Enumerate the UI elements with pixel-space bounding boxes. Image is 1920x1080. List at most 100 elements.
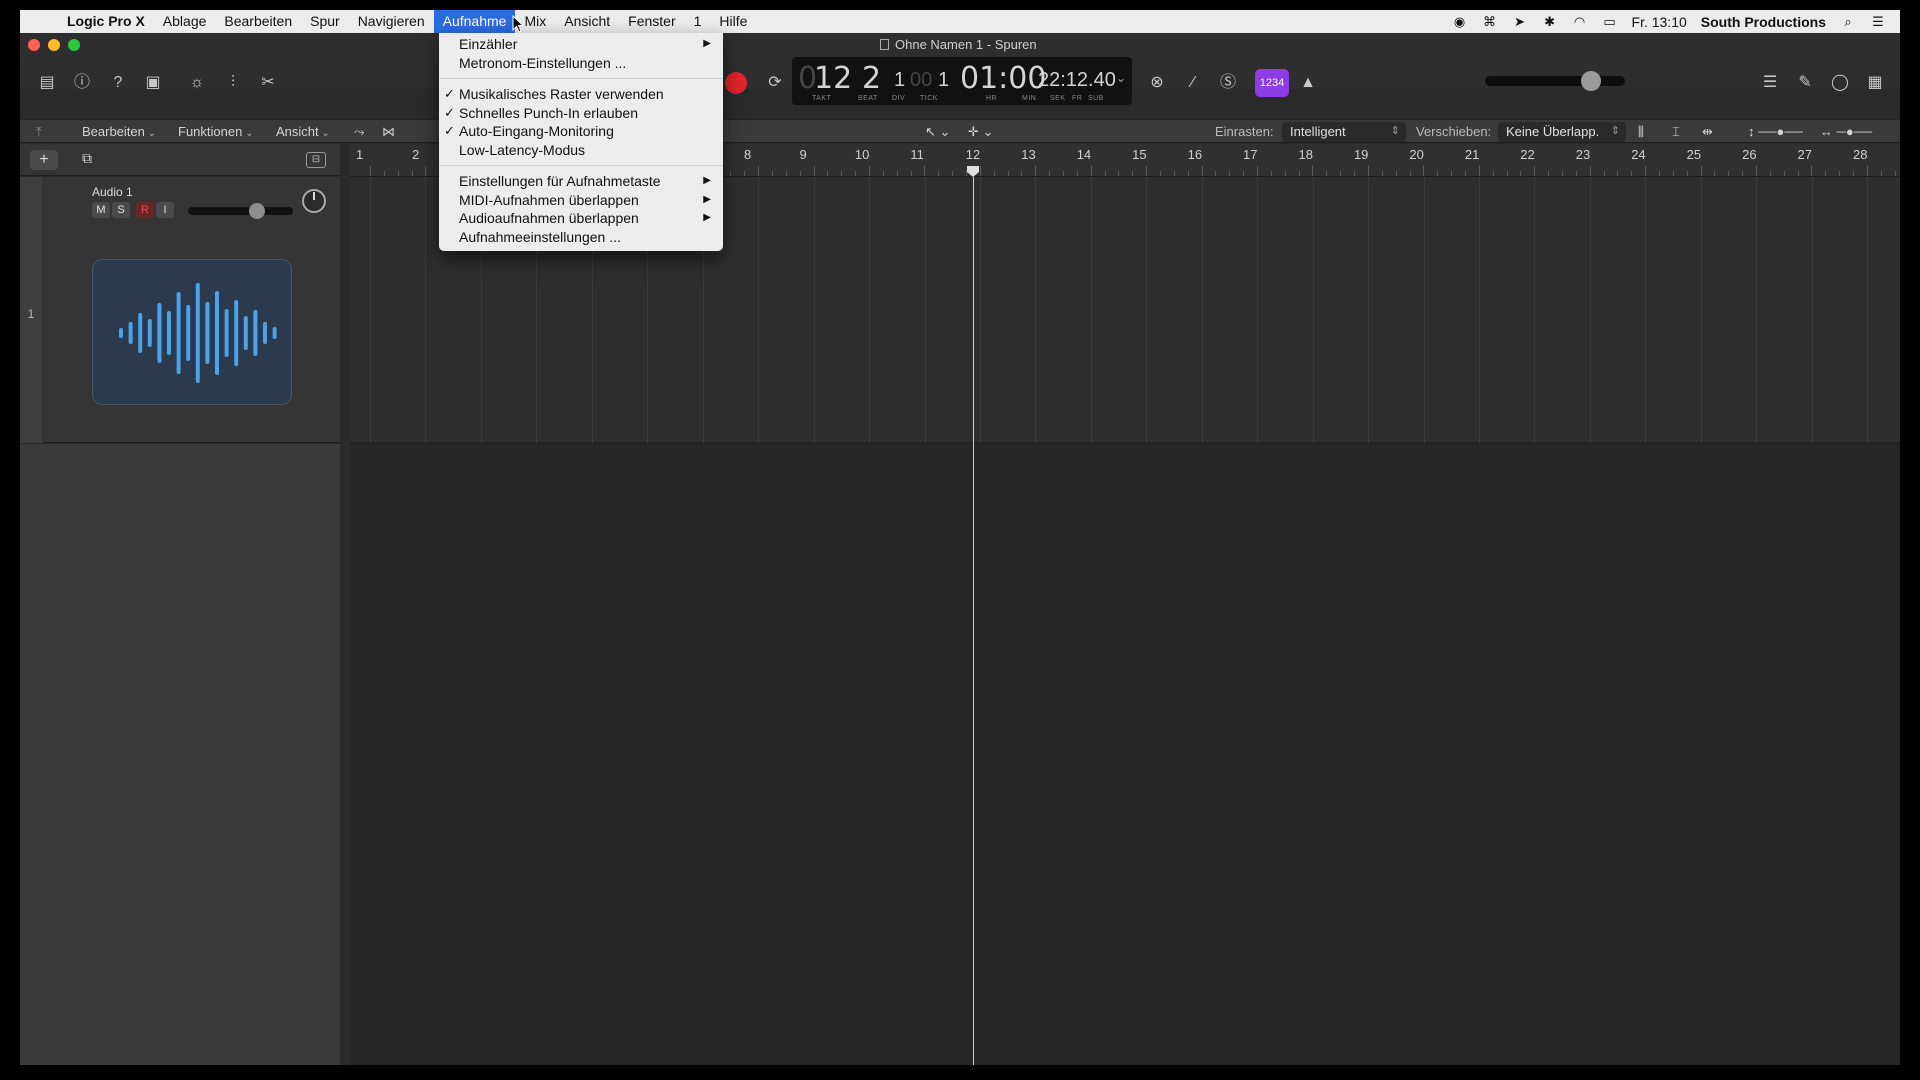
drag-select[interactable]: Keine Überlapp.: [1498, 122, 1626, 142]
menu-item-audioaufnahmen-ueberlappen[interactable]: Audioaufnahmen überlappen ▶: [439, 209, 723, 228]
list-editors-icon[interactable]: ☰: [1755, 69, 1785, 97]
menu-navigieren[interactable]: Navigieren: [349, 10, 434, 33]
airplay-icon[interactable]: ▭: [1602, 14, 1618, 30]
record-status-icon[interactable]: ◉: [1452, 14, 1468, 30]
global-tracks-icon[interactable]: ⊟: [306, 152, 326, 168]
automation-icon[interactable]: ⤳: [354, 124, 364, 140]
ruler-tick: [730, 171, 732, 176]
wifi-icon[interactable]: ◠: [1572, 14, 1588, 30]
menu-hilfe[interactable]: Hilfe: [710, 10, 756, 33]
menu-item-aufnahmeeinstellungen[interactable]: Aufnahmeeinstellungen ...: [439, 228, 723, 247]
menu-ansicht[interactable]: Ansicht: [555, 10, 619, 33]
waveform-bar: [138, 313, 143, 353]
menu-screen-1[interactable]: 1: [685, 10, 711, 33]
record-button[interactable]: [725, 72, 747, 94]
menu-item-metronom-einstellungen[interactable]: Metronom-Einstellungen ...: [439, 54, 723, 73]
inspector-icon[interactable]: ⓘ: [67, 69, 97, 97]
tracks-menu-funktionen[interactable]: Funktionen: [178, 124, 254, 139]
menu-spur[interactable]: Spur: [301, 10, 349, 33]
menu-item-musikalisches-raster[interactable]: ✓ Musikalisches Raster verwenden: [439, 85, 723, 104]
track-volume-knob[interactable]: [249, 203, 265, 219]
track-volume-slider[interactable]: [188, 203, 293, 219]
vertical-fit-icon[interactable]: ⌶: [1672, 124, 1680, 140]
loop-browser-icon[interactable]: ◯: [1825, 69, 1855, 97]
menu-aufnahme[interactable]: Aufnahme: [433, 10, 516, 33]
window-close-button[interactable]: [28, 39, 40, 51]
ruler-tick: [1160, 171, 1162, 176]
window-minimize-button[interactable]: [48, 39, 60, 51]
track-name[interactable]: Audio 1: [92, 185, 133, 199]
tuner-icon[interactable]: ⁄: [1178, 69, 1208, 97]
ruler-tick: [1049, 171, 1051, 176]
notification-center-icon[interactable]: ☰: [1870, 14, 1886, 30]
ruler-tick: [1451, 171, 1453, 176]
window-zoom-button[interactable]: [68, 39, 80, 51]
arrange-area[interactable]: [350, 177, 1900, 1065]
track-list-empty-area[interactable]: [20, 444, 340, 1065]
bar-number: 20: [1409, 147, 1424, 162]
bluetooth-icon[interactable]: ✱: [1542, 14, 1558, 30]
menubar-user[interactable]: South Productions: [1701, 14, 1826, 30]
quick-help-icon[interactable]: ?: [103, 69, 133, 97]
location-icon[interactable]: ➤: [1512, 14, 1528, 30]
browsers-icon[interactable]: ▦: [1860, 69, 1890, 97]
menu-item-low-latency-modus[interactable]: Low-Latency-Modus: [439, 141, 723, 160]
menu-item-auto-eingang-monitoring[interactable]: ✓ Auto-Eingang-Monitoring: [439, 122, 723, 141]
master-volume-knob[interactable]: [1581, 71, 1601, 91]
input-monitoring-button[interactable]: I: [156, 202, 174, 218]
menu-item-einstellungen-aufnahmetaste[interactable]: Einstellungen für Aufnahmetaste ▶: [439, 172, 723, 191]
notepad-icon[interactable]: ✎: [1790, 69, 1820, 97]
library-icon[interactable]: ▤: [32, 69, 62, 97]
vertical-zoom-slider[interactable]: ↕ ──●──: [1748, 124, 1803, 139]
editors-scissors-icon[interactable]: ✂: [253, 69, 283, 97]
tracks-menu-bearbeiten[interactable]: Bearbeiten: [82, 124, 156, 139]
menubar-clock[interactable]: Fr. 13:10: [1632, 14, 1687, 30]
submenu-arrow-icon: ▶: [703, 193, 711, 205]
playhead-marker[interactable]: [967, 166, 979, 177]
track-header[interactable]: 1 Audio 1 M S R I: [20, 177, 340, 443]
mixer-icon[interactable]: ⫶: [218, 69, 248, 97]
ruler-tick: [827, 171, 829, 176]
cycle-icon[interactable]: ⟳: [760, 69, 790, 97]
horizontal-zoom-slider[interactable]: ↔ ─●──: [1820, 124, 1872, 139]
smart-controls-icon[interactable]: ☼: [182, 69, 212, 97]
solo-mode-icon[interactable]: Ⓢ: [1213, 69, 1243, 97]
master-volume-slider[interactable]: [1485, 71, 1625, 91]
pointer-tool-icon[interactable]: ↖ ⌄: [925, 124, 950, 140]
toolbar-toggle-icon[interactable]: ▣: [138, 69, 168, 97]
ruler-tick: [1561, 171, 1563, 176]
menu-ablage[interactable]: Ablage: [154, 10, 216, 33]
record-enable-button[interactable]: R: [136, 202, 154, 218]
horizontal-fit-icon[interactable]: ⇹: [1702, 124, 1713, 140]
replace-mode-icon[interactable]: ⊗: [1142, 69, 1172, 97]
menu-item-schnelles-punch-in[interactable]: ✓ Schnelles Punch-In erlauben: [439, 104, 723, 123]
lcd-display[interactable]: 0 12 2 1 00 1 01:00 22:12.40 TAKT BEAT D…: [792, 57, 1132, 105]
mute-button[interactable]: M: [92, 202, 110, 218]
menu-item-einzaehler[interactable]: Einzähler ▶: [439, 35, 723, 54]
grid-line: [1756, 177, 1758, 443]
ruler-tick: [771, 171, 773, 176]
control-bar: Ohne Namen 1 - Spuren ▤ ⓘ ? ▣ ☼ ⫶ ✂ ⟳ 0 …: [20, 33, 1900, 105]
solo-button[interactable]: S: [112, 202, 130, 218]
menu-item-midi-aufnahmen-ueberlappen[interactable]: MIDI-Aufnahmen überlappen ▶: [439, 191, 723, 210]
add-track-button[interactable]: +: [30, 150, 58, 170]
spotlight-search-icon[interactable]: ⌕: [1840, 14, 1856, 30]
menu-fenster[interactable]: Fenster: [619, 10, 684, 33]
pan-knob[interactable]: [302, 189, 326, 213]
command-icon[interactable]: ⌘: [1482, 14, 1498, 30]
tracks-menu-ansicht[interactable]: Ansicht: [276, 124, 330, 139]
playhead[interactable]: [973, 177, 974, 1065]
waveform-zoom-icon[interactable]: ⫼: [1638, 124, 1644, 140]
audio-waveform-icon[interactable]: [92, 259, 292, 405]
pencil-tool-icon[interactable]: ✛ ⌄: [968, 124, 993, 140]
menu-app[interactable]: Logic Pro X: [58, 10, 154, 33]
menu-bearbeiten[interactable]: Bearbeiten: [215, 10, 301, 33]
checkmark-icon: ✓: [444, 104, 455, 120]
metronome-icon[interactable]: ▲: [1293, 69, 1323, 97]
lcd-mode-chevron-icon[interactable]: ⌄: [1116, 71, 1126, 85]
back-arrow-icon[interactable]: ⤒: [36, 124, 42, 140]
snap-select[interactable]: Intelligent: [1282, 122, 1406, 142]
flex-icon[interactable]: ⋈: [382, 124, 395, 140]
count-in-button[interactable]: 1234: [1255, 69, 1289, 97]
duplicate-track-icon[interactable]: ⧉: [74, 150, 100, 170]
